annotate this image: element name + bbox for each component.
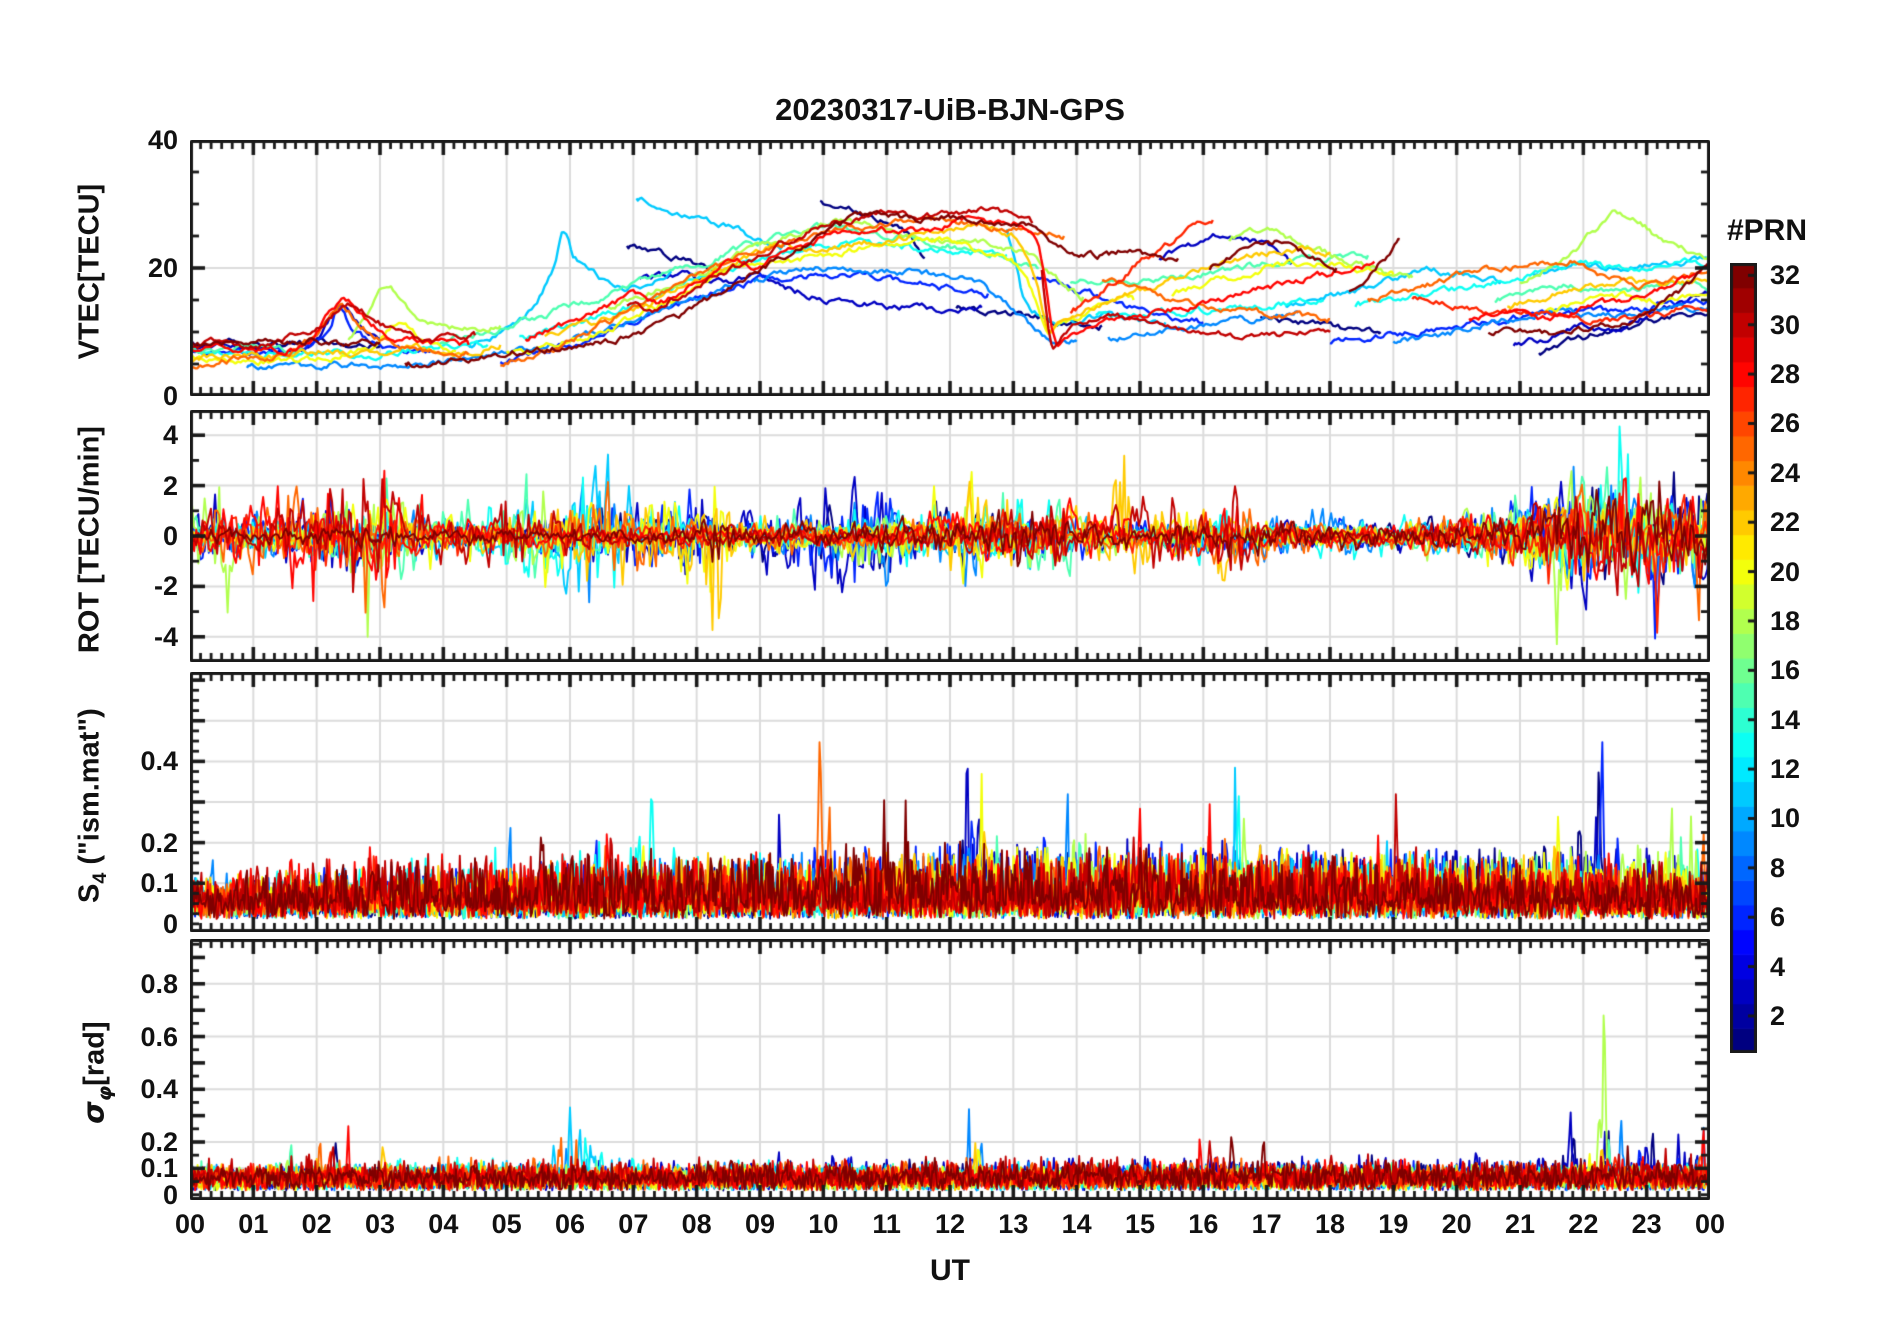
colorbar-tick-label: 2	[1770, 1000, 1786, 1031]
y-tick-label: -4	[153, 621, 178, 652]
y-tick-label: 0.4	[140, 1074, 178, 1105]
s4-panel-canvas	[190, 672, 1710, 932]
y-tick-label: 0.2	[140, 1127, 178, 1157]
x-axis-label: UT	[930, 1254, 970, 1287]
colorbar-tick-label: 28	[1770, 359, 1801, 390]
colorbar-tick-label: 18	[1770, 605, 1801, 636]
colorbar-title: #PRN	[1726, 214, 1808, 247]
colorbar-tick-label: 6	[1770, 902, 1786, 933]
colorbar-tick-label: 20	[1770, 556, 1801, 587]
y-tick-label: 0	[162, 521, 178, 551]
colorbar-tick-label: 12	[1770, 754, 1801, 785]
y-tick-label: 0.4	[140, 746, 178, 777]
prn-colorbar	[1730, 263, 1757, 1053]
colorbar-tick-label: 32	[1770, 260, 1801, 291]
y-tick-label: 0	[162, 1179, 178, 1210]
y-tick-label: 2	[162, 470, 178, 501]
y-tick-label: 4	[162, 420, 178, 451]
y-tick-label: 20	[147, 253, 178, 283]
colorbar-tick-label: 24	[1770, 457, 1801, 488]
colorbar-tick-label: 10	[1770, 803, 1801, 834]
sigma-phi-panel-canvas	[190, 939, 1710, 1200]
colorbar-tick-label: 14	[1770, 704, 1801, 735]
colorbar-tick-label: 30	[1770, 309, 1801, 340]
colorbar-tick-label: 16	[1770, 655, 1801, 686]
y-tick-label: 0.6	[140, 1021, 178, 1052]
colorbar-tick-label: 22	[1770, 507, 1801, 538]
colorbar-tick-label: 26	[1770, 408, 1801, 439]
colorbar-tick-label: 4	[1770, 951, 1786, 982]
colorbar-tick-label: 8	[1770, 852, 1786, 883]
rot-panel-canvas	[190, 410, 1710, 662]
figure: 20230317-UiB-BJN-GPS VTEC[TECU] ROT [TEC…	[0, 0, 1902, 1330]
y-tick-label: 0.1	[140, 1153, 178, 1184]
y-tick-label: 0	[162, 381, 178, 411]
y-tick-label: -2	[153, 571, 178, 602]
y-tick-label: 40	[147, 125, 178, 155]
y-tick-label: 0.2	[140, 827, 178, 858]
y-tick-label: 0	[162, 908, 178, 939]
y-tick-label: 0.1	[140, 868, 178, 899]
chart-title: 20230317-UiB-BJN-GPS	[775, 92, 1125, 127]
vtec-panel-canvas	[190, 140, 1710, 396]
axis-label-text: σ	[76, 1101, 111, 1124]
y-tick-label: 0.8	[140, 968, 178, 999]
x-tick-label: 00	[1694, 1209, 1726, 1239]
